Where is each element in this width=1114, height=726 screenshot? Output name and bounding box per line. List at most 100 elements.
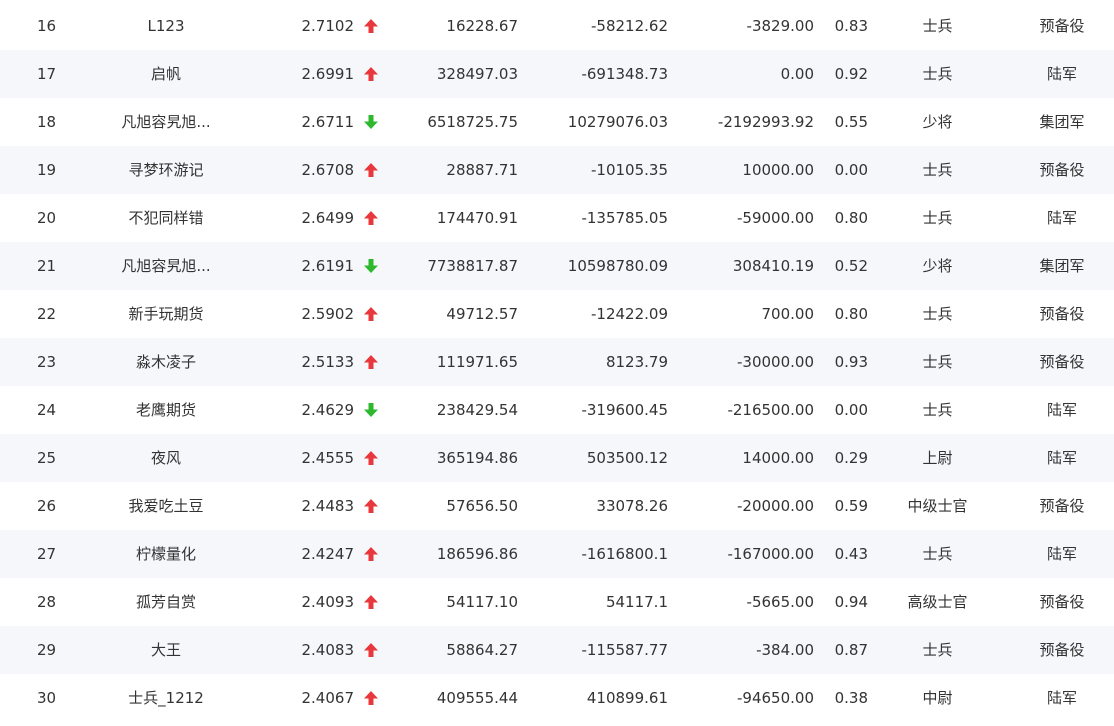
ratio-cell: 0.00 [834, 161, 868, 179]
military-rank-cell: 士兵 [922, 401, 953, 419]
military-rank-cell: 士兵 [922, 65, 953, 83]
value2-cell: -115587.77 [581, 641, 668, 659]
ratio-cell: 0.92 [834, 65, 868, 83]
unit-cell: 陆军 [1046, 449, 1077, 467]
name-cell: 凡旭容旯旭... [121, 113, 211, 131]
value3-cell: 700.00 [761, 305, 815, 323]
value1-cell: 57656.50 [446, 497, 518, 515]
unit-cell: 预备役 [1039, 353, 1085, 371]
name-cell: 老鹰期货 [135, 401, 196, 419]
score-cell: 2.4247 [301, 545, 355, 563]
value3-cell: -2192993.92 [717, 113, 814, 131]
score-cell: 2.4093 [301, 593, 355, 611]
military-rank-cell: 士兵 [922, 545, 953, 563]
value1-cell: 58864.27 [446, 641, 518, 659]
unit-cell: 预备役 [1039, 305, 1085, 323]
name-cell: 启帆 [150, 65, 181, 83]
table-row[interactable]: 18 凡旭容旯旭... 2.6711 6518725.75 10279076.03 -21… [0, 98, 1114, 146]
table-row[interactable]: 20 不犯同样错 2.6499 174470.91 -135785.05 -59000.0… [0, 194, 1114, 242]
score-cell: 2.5133 [301, 353, 355, 371]
rank-cell: 17 [37, 65, 57, 83]
unit-cell: 陆军 [1046, 65, 1077, 83]
rank-cell: 26 [37, 497, 57, 515]
value3-cell: -3829.00 [746, 17, 814, 35]
military-rank-cell: 士兵 [922, 353, 953, 371]
value2-cell: -10105.35 [591, 161, 668, 179]
ratio-cell: 0.59 [834, 497, 868, 515]
unit-cell: 陆军 [1046, 401, 1077, 419]
value1-cell: 16228.67 [446, 17, 518, 35]
ratio-cell: 0.43 [834, 545, 868, 563]
arrow-up-icon [362, 482, 380, 530]
value3-cell: 14000.00 [742, 449, 814, 467]
value1-cell: 186596.86 [436, 545, 518, 563]
value3-cell: -59000.00 [737, 209, 814, 227]
value2-cell: -1616800.1 [581, 545, 668, 563]
value3-cell: -30000.00 [737, 353, 814, 371]
military-rank-cell: 上尉 [922, 449, 953, 467]
score-cell: 2.6711 [301, 113, 355, 131]
value1-cell: 28887.71 [446, 161, 518, 179]
unit-cell: 预备役 [1039, 641, 1085, 659]
name-cell: 寻梦环游记 [128, 161, 204, 179]
military-rank-cell: 士兵 [922, 305, 953, 323]
value3-cell: -216500.00 [727, 401, 814, 419]
value2-cell: 33078.26 [596, 497, 668, 515]
value1-cell: 409555.44 [436, 689, 518, 707]
value3-cell: 308410.19 [732, 257, 814, 275]
table-row[interactable]: 28 孤芳自赏 2.4093 54117.10 54117.1 -5665.00 0.94 高… [0, 578, 1114, 626]
table-row[interactable]: 24 老鹰期货 2.4629 238429.54 -319600.45 -216500.0… [0, 386, 1114, 434]
score-cell: 2.6708 [301, 161, 355, 179]
value3-cell: -384.00 [756, 641, 814, 659]
table-row[interactable]: 23 淼木凌子 2.5133 111971.65 8123.79 -30000.00 0.9… [0, 338, 1114, 386]
table-row[interactable]: 25 夜风 2.4555 365194.86 503500.12 14000.00 0.29… [0, 434, 1114, 482]
arrow-up-icon [362, 530, 380, 578]
value3-cell: 10000.00 [742, 161, 814, 179]
ratio-cell: 0.52 [834, 257, 868, 275]
table-row[interactable]: 17 启帆 2.6991 328497.03 -691348.73 0.00 0.92 士兵 陆… [0, 50, 1114, 98]
unit-cell: 陆军 [1046, 545, 1077, 563]
name-cell: 淼木凌子 [135, 353, 196, 371]
value1-cell: 6518725.75 [427, 113, 518, 131]
military-rank-cell: 少将 [922, 257, 953, 275]
rank-cell: 28 [37, 593, 57, 611]
value2-cell: 410899.61 [586, 689, 668, 707]
arrow-up-icon [362, 50, 380, 98]
military-rank-cell: 高级士官 [907, 593, 968, 611]
value3-cell: -94650.00 [737, 689, 814, 707]
table-row[interactable]: 16 L123 2.7102 16228.67 -58212.62 -3829.00 0.8… [0, 2, 1114, 50]
rank-cell: 25 [37, 449, 57, 467]
unit-cell: 陆军 [1046, 689, 1077, 707]
ratio-cell: 0.93 [834, 353, 868, 371]
name-cell: 我爱吃土豆 [128, 497, 204, 515]
ratio-cell: 0.29 [834, 449, 868, 467]
unit-cell: 集团军 [1039, 257, 1085, 275]
military-rank-cell: 士兵 [922, 161, 953, 179]
value2-cell: -691348.73 [581, 65, 668, 83]
ratio-cell: 0.94 [834, 593, 868, 611]
rank-cell: 19 [37, 161, 57, 179]
value2-cell: 54117.1 [605, 593, 668, 611]
ratio-cell: 0.55 [834, 113, 868, 131]
rank-cell: 29 [37, 641, 57, 659]
rank-cell: 18 [37, 113, 57, 131]
table-row[interactable]: 19 寻梦环游记 2.6708 28887.71 -10105.35 10000.00 0.… [0, 146, 1114, 194]
value2-cell: 10598780.09 [567, 257, 668, 275]
arrow-up-icon [362, 194, 380, 242]
arrow-up-icon [362, 626, 380, 674]
table-row[interactable]: 21 凡旭容旯旭... 2.6191 7738817.87 10598780.09 308… [0, 242, 1114, 290]
table-row[interactable]: 22 新手玩期货 2.5902 49712.57 -12422.09 700.00 0.80… [0, 290, 1114, 338]
ratio-cell: 0.38 [834, 689, 868, 707]
table-row[interactable]: 30 士兵_1212 2.4067 409555.44 410899.61 -94650.… [0, 674, 1114, 722]
score-cell: 2.4067 [301, 689, 355, 707]
value2-cell: -135785.05 [581, 209, 668, 227]
arrow-down-icon [362, 242, 380, 290]
score-cell: 2.6991 [301, 65, 355, 83]
table-row[interactable]: 26 我爱吃土豆 2.4483 57656.50 33078.26 -20000.00 0.… [0, 482, 1114, 530]
value1-cell: 365194.86 [436, 449, 518, 467]
unit-cell: 预备役 [1039, 17, 1085, 35]
ratio-cell: 0.87 [834, 641, 868, 659]
table-row[interactable]: 29 大王 2.4083 58864.27 -115587.77 -384.00 0.87 士… [0, 626, 1114, 674]
table-row[interactable]: 27 柠檬量化 2.4247 186596.86 -1616800.1 -167000.0… [0, 530, 1114, 578]
value1-cell: 111971.65 [436, 353, 518, 371]
